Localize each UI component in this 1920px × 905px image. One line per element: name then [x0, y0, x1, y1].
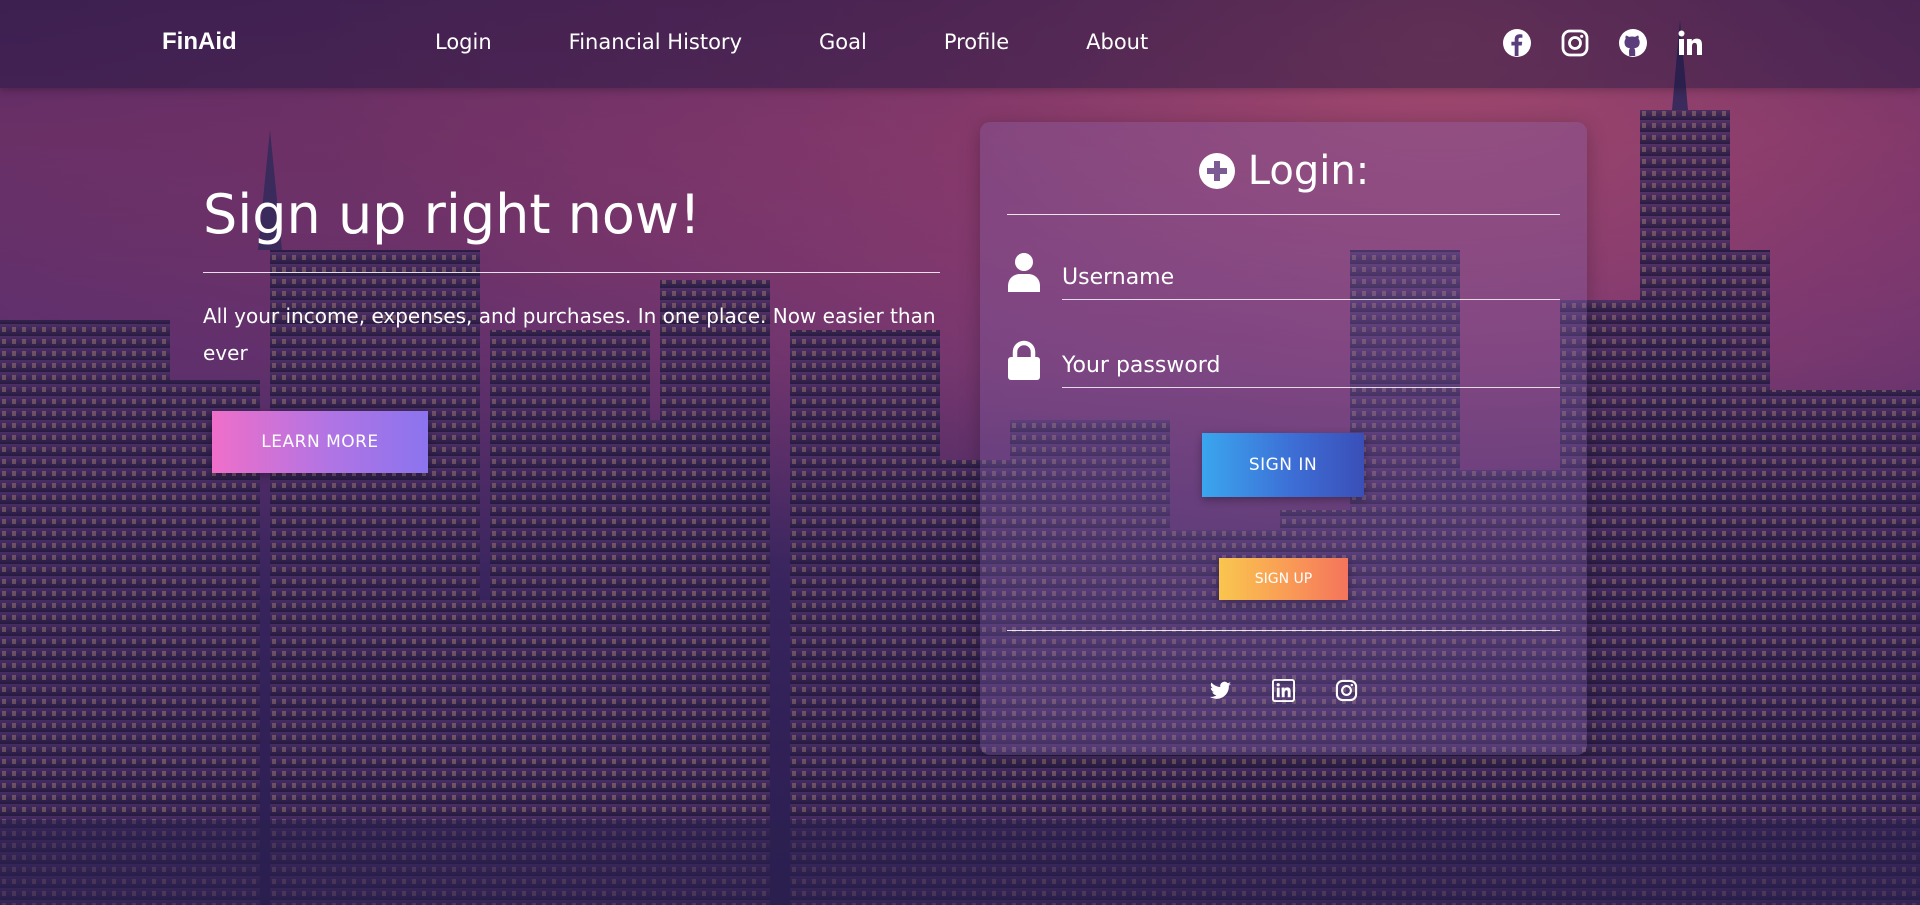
lock-icon [1007, 340, 1041, 380]
nav-profile-link[interactable]: Profile [944, 30, 1009, 54]
learn-more-button[interactable]: LEARN MORE [212, 411, 428, 473]
plus-circle-icon [1198, 152, 1236, 190]
hero-description: All your income, expenses, and purchases… [203, 304, 936, 365]
brand-logo[interactable]: FinAid [162, 28, 237, 56]
password-row [1007, 340, 1560, 390]
nav-about-link[interactable]: About [1086, 30, 1148, 54]
github-icon[interactable] [1618, 28, 1648, 58]
facebook-icon[interactable] [1502, 28, 1532, 58]
login-header: Login: [980, 148, 1587, 194]
nav-login-link[interactable]: Login [435, 30, 492, 54]
sign-in-button[interactable]: SIGN IN [1202, 433, 1364, 497]
username-row [1007, 252, 1560, 302]
nav-financial-history-link[interactable]: Financial History [569, 30, 742, 54]
hero-title: Sign up right now! [203, 183, 701, 246]
nav-goal-link[interactable]: Goal [819, 30, 867, 54]
password-input[interactable] [1062, 344, 1560, 388]
login-footer-divider [1007, 630, 1560, 631]
instagram-icon[interactable] [1335, 679, 1358, 702]
username-input[interactable] [1062, 256, 1560, 300]
twitter-icon[interactable] [1209, 679, 1232, 702]
login-title: Login: [1247, 148, 1370, 194]
top-navbar: FinAid Login Financial History Goal Prof… [0, 0, 1920, 88]
login-card: Login: SIGN IN SIGN UP [980, 122, 1587, 755]
user-icon [1007, 252, 1041, 292]
nav-links: Login Financial History Goal Profile Abo… [435, 30, 1225, 54]
login-header-divider [1007, 214, 1560, 215]
instagram-icon[interactable] [1560, 28, 1590, 58]
hero-divider [203, 272, 940, 273]
linkedin-icon[interactable] [1676, 28, 1706, 58]
nav-social-links [1502, 28, 1706, 58]
sign-up-button[interactable]: SIGN UP [1219, 558, 1348, 600]
login-social-links [980, 679, 1587, 702]
linkedin-icon[interactable] [1272, 679, 1295, 702]
